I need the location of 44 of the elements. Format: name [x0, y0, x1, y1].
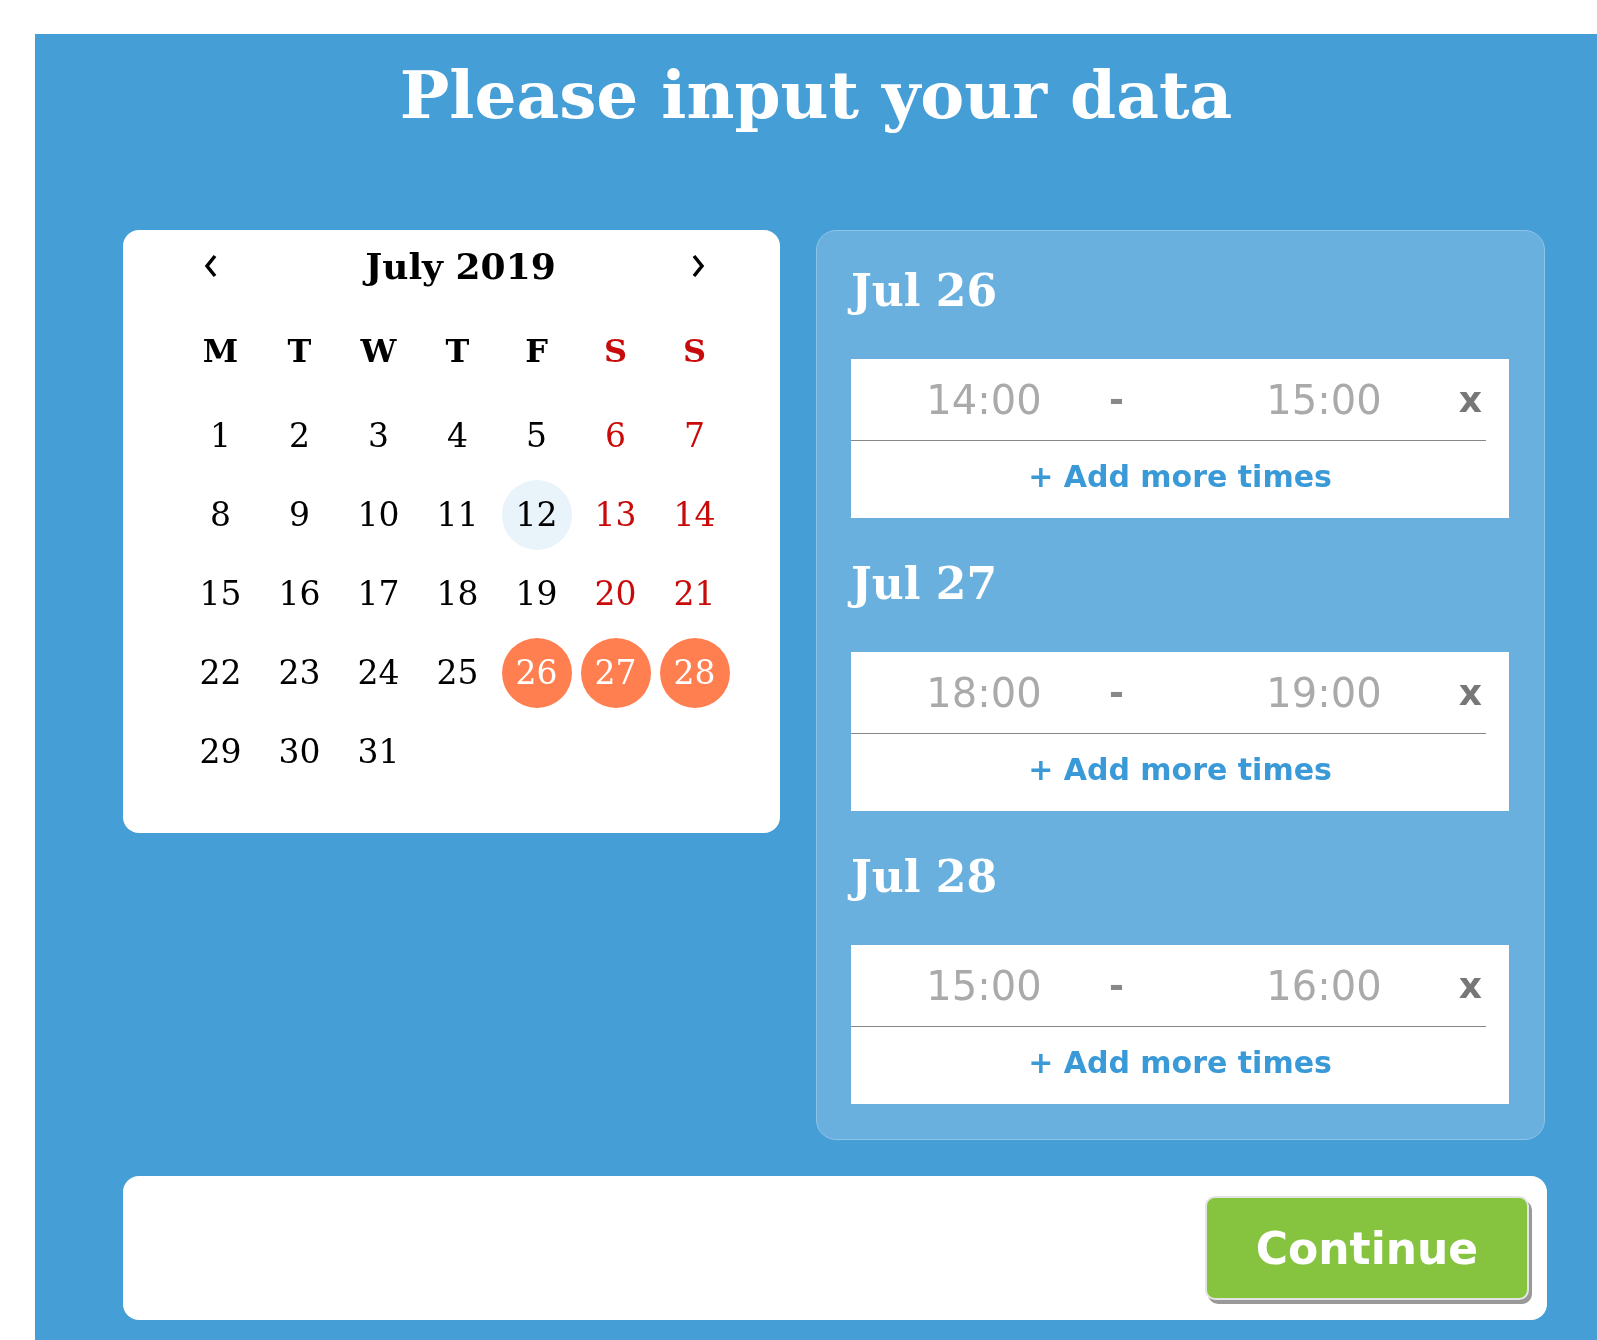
weekday-label: S: [681, 332, 708, 370]
calendar-day[interactable]: 19: [501, 558, 572, 629]
separator: -: [1109, 379, 1124, 420]
calendar-day[interactable]: 2: [264, 400, 335, 471]
calendar-day[interactable]: 17: [343, 558, 414, 629]
calendar-day[interactable]: 1: [185, 400, 256, 471]
remove-button[interactable]: x: [1458, 965, 1482, 1006]
calendar-day[interactable]: 3: [343, 400, 414, 471]
chevron-right-icon[interactable]: [690, 253, 706, 279]
calendar-day[interactable]: 22: [185, 637, 256, 708]
calendar-day[interactable]: 4: [422, 400, 493, 471]
calendar-day[interactable]: 8: [185, 479, 256, 550]
calendar-day[interactable]: 31: [343, 716, 414, 787]
weekday-label: M: [201, 332, 240, 370]
separator: -: [1109, 965, 1124, 1006]
calendar-day[interactable]: 15: [185, 558, 256, 629]
weekday-label: T: [286, 332, 313, 370]
calendar-day[interactable]: 25: [422, 637, 493, 708]
remove-button[interactable]: x: [1458, 379, 1482, 420]
page-title: Please input your data: [398, 55, 1234, 136]
calendar-day[interactable]: 29: [185, 716, 256, 787]
calendar-day[interactable]: 11: [422, 479, 493, 550]
weekday-label: F: [524, 332, 549, 370]
weekday-label: T: [444, 332, 471, 370]
weekday-label: W: [359, 332, 398, 370]
chevron-left-icon[interactable]: [203, 253, 219, 279]
calendar-day[interactable]: 14: [659, 479, 730, 550]
calendar-day[interactable]: 10: [343, 479, 414, 550]
calendar-day[interactable]: 7: [659, 400, 730, 471]
weekday-label: S: [602, 332, 629, 370]
calendar-day[interactable]: 24: [343, 637, 414, 708]
calendar-day[interactable]: 9: [264, 479, 335, 550]
calendar-day[interactable]: 6: [580, 400, 651, 471]
calendar-day[interactable]: 23: [264, 637, 335, 708]
calendar-day[interactable]: 21: [659, 558, 730, 629]
calendar-day[interactable]: 13: [580, 479, 651, 550]
calendar-day[interactable]: 12: [501, 479, 572, 550]
separator: -: [1109, 672, 1124, 713]
calendar-day[interactable]: 30: [264, 716, 335, 787]
calendar-day[interactable]: 18: [422, 558, 493, 629]
calendar-day[interactable]: 5: [501, 400, 572, 471]
calendar-day[interactable]: 16: [264, 558, 335, 629]
calendar-day[interactable]: 20: [580, 558, 651, 629]
remove-button[interactable]: x: [1458, 672, 1482, 713]
